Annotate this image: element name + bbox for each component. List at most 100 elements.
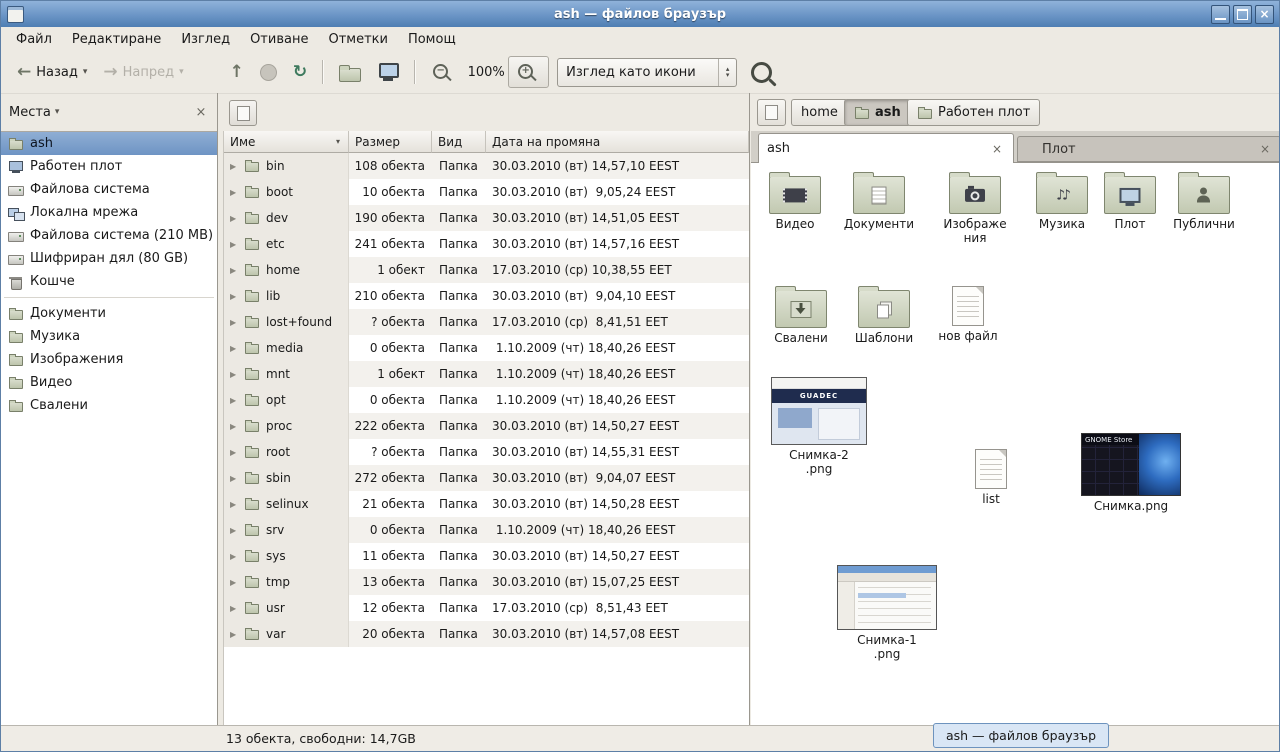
folder-item-desktop[interactable]: Плот <box>1095 170 1165 231</box>
sidebar-item[interactable]: Кошче <box>1 270 217 293</box>
sidebar-divider[interactable] <box>217 93 218 728</box>
maximize-button[interactable] <box>1233 5 1252 24</box>
folder-item-documents[interactable]: Документи <box>839 170 919 231</box>
expander-icon[interactable]: ▶ <box>224 266 244 275</box>
forward-button[interactable]: → Напред ▾ <box>95 56 191 88</box>
view-mode-select[interactable]: Изглед като икони ▴ ▾ <box>557 58 737 87</box>
menu-help[interactable]: Помощ <box>398 29 466 50</box>
sidebar-item[interactable]: Видео <box>1 371 217 394</box>
table-row[interactable]: ▶ sbin 272 обекта Папка 30.03.2010 (вт) … <box>224 465 749 491</box>
up-button[interactable]: ↑ <box>222 56 252 88</box>
expander-icon[interactable]: ▶ <box>224 422 244 431</box>
sidebar-item[interactable]: Шифриран дял (80 GB) <box>1 247 217 270</box>
computer-button[interactable] <box>369 56 407 88</box>
path-scroll-button[interactable] <box>757 99 786 126</box>
search-button[interactable] <box>751 62 772 83</box>
places-dropdown-icon[interactable]: ▾ <box>55 107 60 117</box>
file-item-new-file[interactable]: нов файл <box>933 282 1003 343</box>
zoom-out-button[interactable]: − <box>423 56 464 88</box>
expander-icon[interactable]: ▶ <box>224 318 244 327</box>
table-row[interactable]: ▶ sys 11 обекта Папка 30.03.2010 (вт) 14… <box>224 543 749 569</box>
tab-plot[interactable]: Плот × <box>1017 136 1280 162</box>
table-row[interactable]: ▶ mnt 1 обект Папка 1.10.2009 (чт) 18,40… <box>224 361 749 387</box>
folder-item-downloads[interactable]: Свалени <box>764 284 838 345</box>
menu-bookmarks[interactable]: Отметки <box>318 29 397 50</box>
sidebar-item[interactable]: Файлова система <box>1 178 217 201</box>
expander-icon[interactable]: ▶ <box>224 448 244 457</box>
tab-close-button[interactable]: × <box>989 142 1005 156</box>
sidebar-item[interactable]: ash <box>1 132 217 155</box>
expander-icon[interactable]: ▶ <box>224 604 244 613</box>
table-row[interactable]: ▶ lost+found ? обекта Папка 17.03.2010 (… <box>224 309 749 335</box>
view-mode-spinner[interactable]: ▴ ▾ <box>718 59 736 86</box>
folder-item-pictures[interactable]: Изображения <box>941 170 1009 245</box>
column-header-size[interactable]: Размер <box>349 131 432 153</box>
expander-icon[interactable]: ▶ <box>224 396 244 405</box>
places-close-button[interactable]: × <box>193 105 209 120</box>
sidebar-item[interactable]: Музика <box>1 325 217 348</box>
expander-icon[interactable]: ▶ <box>224 526 244 535</box>
path-button-ash[interactable]: ash <box>844 99 911 126</box>
table-row[interactable]: ▶ usr 12 обекта Папка 17.03.2010 (ср) 8,… <box>224 595 749 621</box>
menu-go[interactable]: Отиване <box>240 29 318 50</box>
expander-icon[interactable]: ▶ <box>224 214 244 223</box>
reload-button[interactable]: ↻ <box>285 56 315 88</box>
table-row[interactable]: ▶ proc 222 обекта Папка 30.03.2010 (вт) … <box>224 413 749 439</box>
close-button[interactable]: × <box>1255 5 1274 24</box>
column-header-type[interactable]: Вид <box>432 131 486 153</box>
expander-icon[interactable]: ▶ <box>224 578 244 587</box>
tab-close-button[interactable]: × <box>1257 142 1273 156</box>
tab-ash[interactable]: ash × <box>758 133 1014 163</box>
column-header-name[interactable]: Име ▾ <box>224 131 349 153</box>
expander-icon[interactable]: ▶ <box>224 188 244 197</box>
back-dropdown-icon[interactable]: ▾ <box>83 67 88 77</box>
expander-icon[interactable]: ▶ <box>224 292 244 301</box>
expander-icon[interactable]: ▶ <box>224 630 244 639</box>
folder-item-public[interactable]: Публични <box>1165 170 1243 231</box>
menu-edit[interactable]: Редактиране <box>62 29 171 50</box>
expander-icon[interactable]: ▶ <box>224 240 244 249</box>
path-button-home[interactable]: home <box>791 99 848 126</box>
path-button-desktop[interactable]: Работен плот <box>907 99 1040 126</box>
image-item-snimka1[interactable]: Снимка-1.png <box>835 565 939 661</box>
table-row[interactable]: ▶ lib 210 обекта Папка 30.03.2010 (вт) 9… <box>224 283 749 309</box>
table-row[interactable]: ▶ tmp 13 обекта Папка 30.03.2010 (вт) 15… <box>224 569 749 595</box>
folder-item-video[interactable]: Видео <box>758 170 832 231</box>
home-folder-button[interactable] <box>331 56 369 88</box>
sidebar-item[interactable]: Работен плот <box>1 155 217 178</box>
table-row[interactable]: ▶ selinux 21 обекта Папка 30.03.2010 (вт… <box>224 491 749 517</box>
table-row[interactable]: ▶ srv 0 обекта Папка 1.10.2009 (чт) 18,4… <box>224 517 749 543</box>
sidebar-item[interactable]: Файлова система (210 MB) <box>1 224 217 247</box>
expander-icon[interactable]: ▶ <box>224 162 244 171</box>
image-item-snimka2[interactable]: GUADEC Снимка-2.png <box>769 377 869 476</box>
stop-button[interactable] <box>252 56 285 88</box>
table-row[interactable]: ▶ home 1 обект Папка 17.03.2010 (ср) 10,… <box>224 257 749 283</box>
folder-item-templates[interactable]: Шаблони <box>847 284 921 345</box>
image-item-snimka[interactable]: GNOME Store Снимка.png <box>1079 433 1183 513</box>
pane-divider[interactable] <box>749 93 750 728</box>
column-header-date[interactable]: Дата на промяна <box>486 131 749 153</box>
sidebar-item[interactable]: Свалени <box>1 394 217 417</box>
table-row[interactable]: ▶ opt 0 обекта Папка 1.10.2009 (чт) 18,4… <box>224 387 749 413</box>
minimize-button[interactable] <box>1211 5 1230 24</box>
table-row[interactable]: ▶ var 20 обекта Папка 30.03.2010 (вт) 14… <box>224 621 749 647</box>
list-pane-location-button[interactable] <box>229 100 257 126</box>
taskbar-window-button[interactable]: ash — файлов браузър <box>933 723 1109 748</box>
expander-icon[interactable]: ▶ <box>224 344 244 353</box>
expander-icon[interactable]: ▶ <box>224 500 244 509</box>
menu-file[interactable]: Файл <box>6 29 62 50</box>
file-item-list[interactable]: list <box>961 445 1021 506</box>
sidebar-item[interactable]: Локална мрежа <box>1 201 217 224</box>
table-row[interactable]: ▶ boot 10 обекта Папка 30.03.2010 (вт) 9… <box>224 179 749 205</box>
sidebar-item[interactable]: Документи <box>1 302 217 325</box>
table-row[interactable]: ▶ dev 190 обекта Папка 30.03.2010 (вт) 1… <box>224 205 749 231</box>
table-row[interactable]: ▶ root ? обекта Папка 30.03.2010 (вт) 14… <box>224 439 749 465</box>
table-row[interactable]: ▶ media 0 обекта Папка 1.10.2009 (чт) 18… <box>224 335 749 361</box>
expander-icon[interactable]: ▶ <box>224 552 244 561</box>
zoom-in-button[interactable]: + <box>508 56 549 88</box>
places-title[interactable]: Места <box>9 105 51 120</box>
table-row[interactable]: ▶ etc 241 обекта Папка 30.03.2010 (вт) 1… <box>224 231 749 257</box>
menu-view[interactable]: Изглед <box>171 29 240 50</box>
folder-item-music[interactable]: Музика <box>1025 170 1099 231</box>
sidebar-item[interactable]: Изображения <box>1 348 217 371</box>
